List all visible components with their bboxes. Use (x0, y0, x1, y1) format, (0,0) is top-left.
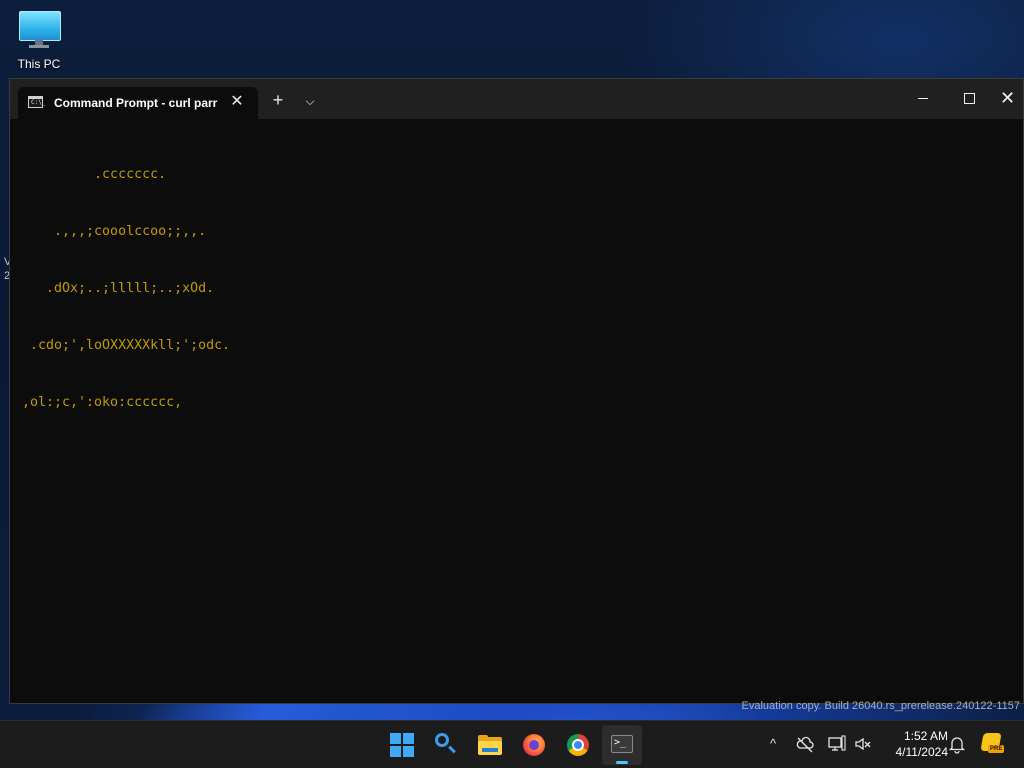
new-tab-button[interactable]: + (268, 91, 288, 111)
desktop-icon-this-pc[interactable]: This PC (12, 8, 66, 74)
minimize-icon (918, 98, 928, 99)
network-button[interactable] (826, 732, 848, 756)
desktop-icon-label: This PC (17, 57, 61, 71)
onedrive-button[interactable] (794, 732, 816, 756)
windows-logo-icon (390, 733, 414, 757)
start-button[interactable] (382, 725, 422, 765)
system-clock[interactable]: 1:52 AM 4/11/2024 (878, 728, 949, 760)
terminal-taskbar-button[interactable]: >_ (602, 725, 642, 765)
terminal-titlebar[interactable]: C:\_ Command Prompt - curl parr ✕ + ⌵ ✕ (10, 79, 1023, 119)
terminal-line: .ccccccc. (22, 167, 167, 182)
firefox-icon (523, 734, 545, 756)
computer-icon (17, 11, 61, 49)
active-app-indicator (616, 761, 628, 764)
volume-button[interactable] (852, 732, 874, 756)
terminal-line: .dOx;..;lllll;..;xOd. (22, 281, 215, 296)
tab-dropdown-button[interactable]: ⌵ (300, 91, 320, 111)
tab-close-button[interactable]: ✕ (228, 93, 246, 111)
cloud-off-icon (796, 736, 814, 753)
tab-command-prompt[interactable]: C:\_ Command Prompt - curl parr ✕ (18, 87, 258, 119)
wallpaper-streak (134, 702, 766, 720)
terminal-line: ,ol:;c,':oko:cccccc, (22, 395, 183, 410)
terminal-window[interactable]: C:\_ Command Prompt - curl parr ✕ + ⌵ ✕ … (9, 78, 1024, 704)
search-button[interactable] (426, 725, 466, 765)
tab-title: Command Prompt - curl parr (54, 96, 218, 110)
close-window-button[interactable]: ✕ (992, 79, 1023, 117)
network-icon (828, 735, 846, 751)
maximize-icon (964, 93, 975, 104)
close-icon: ✕ (999, 88, 1016, 108)
terminal-icon: >_ (611, 735, 633, 753)
bell-icon (948, 737, 966, 754)
evaluation-watermark: Evaluation copy. Build 26040.rs_prerelea… (741, 700, 1020, 712)
chrome-icon (567, 734, 589, 756)
firefox-button[interactable] (514, 725, 554, 765)
terminal-output[interactable]: .ccccccc. .,,,;cooolccoo;;,,. .dOx;..;ll… (22, 127, 1002, 687)
pre-label: PRE (988, 745, 1005, 753)
insider-preview-badge[interactable]: PRE (980, 733, 1005, 755)
maximize-button[interactable] (946, 79, 992, 117)
folder-icon (478, 735, 502, 755)
show-hidden-icons-button[interactable]: ^ (762, 732, 784, 756)
search-icon (435, 733, 449, 747)
clock-date: 4/11/2024 (895, 745, 949, 759)
terminal-line: .cdo;',loOXXXXXkll;';odc. (22, 338, 231, 353)
chevron-up-icon: ^ (769, 736, 777, 751)
clock-time: 1:52 AM (903, 729, 948, 743)
volume-muted-icon (855, 737, 871, 751)
file-explorer-button[interactable] (470, 725, 510, 765)
chrome-button[interactable] (558, 725, 598, 765)
minimize-button[interactable] (900, 79, 946, 117)
terminal-line: .,,,;cooolccoo;;,,. (22, 224, 207, 239)
notifications-button[interactable] (946, 732, 968, 756)
command-prompt-icon: C:\_ (28, 96, 45, 108)
